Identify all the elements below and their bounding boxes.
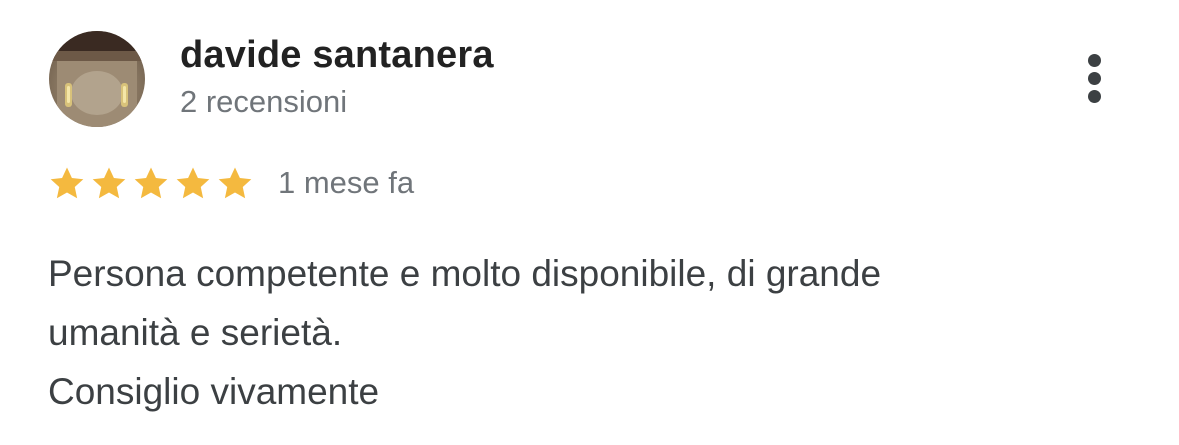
- star-icon: [218, 167, 252, 199]
- review-text-line: umanità e serietà.: [48, 312, 343, 353]
- review-text-line: Consiglio vivamente: [48, 371, 380, 412]
- author-name[interactable]: davide santanera: [180, 34, 494, 77]
- review-text-line: Persona competente e molto disponibile, …: [48, 253, 882, 294]
- more-dot: [1088, 72, 1101, 85]
- review-count[interactable]: 2 recensioni: [180, 84, 347, 120]
- review-card: davide santanera 2 recensioni 1 mese fa …: [0, 0, 1179, 445]
- star-icon: [50, 167, 84, 199]
- review-text: Persona competente e molto disponibile, …: [48, 244, 1128, 421]
- star-icon: [176, 167, 210, 199]
- star-icon: [134, 167, 168, 199]
- more-dot: [1088, 90, 1101, 103]
- star-icon: [92, 167, 126, 199]
- more-dot: [1088, 54, 1101, 67]
- more-vert-icon[interactable]: [1071, 46, 1119, 112]
- avatar[interactable]: [49, 31, 145, 127]
- review-date: 1 mese fa: [278, 165, 415, 200]
- star-rating: [48, 162, 258, 206]
